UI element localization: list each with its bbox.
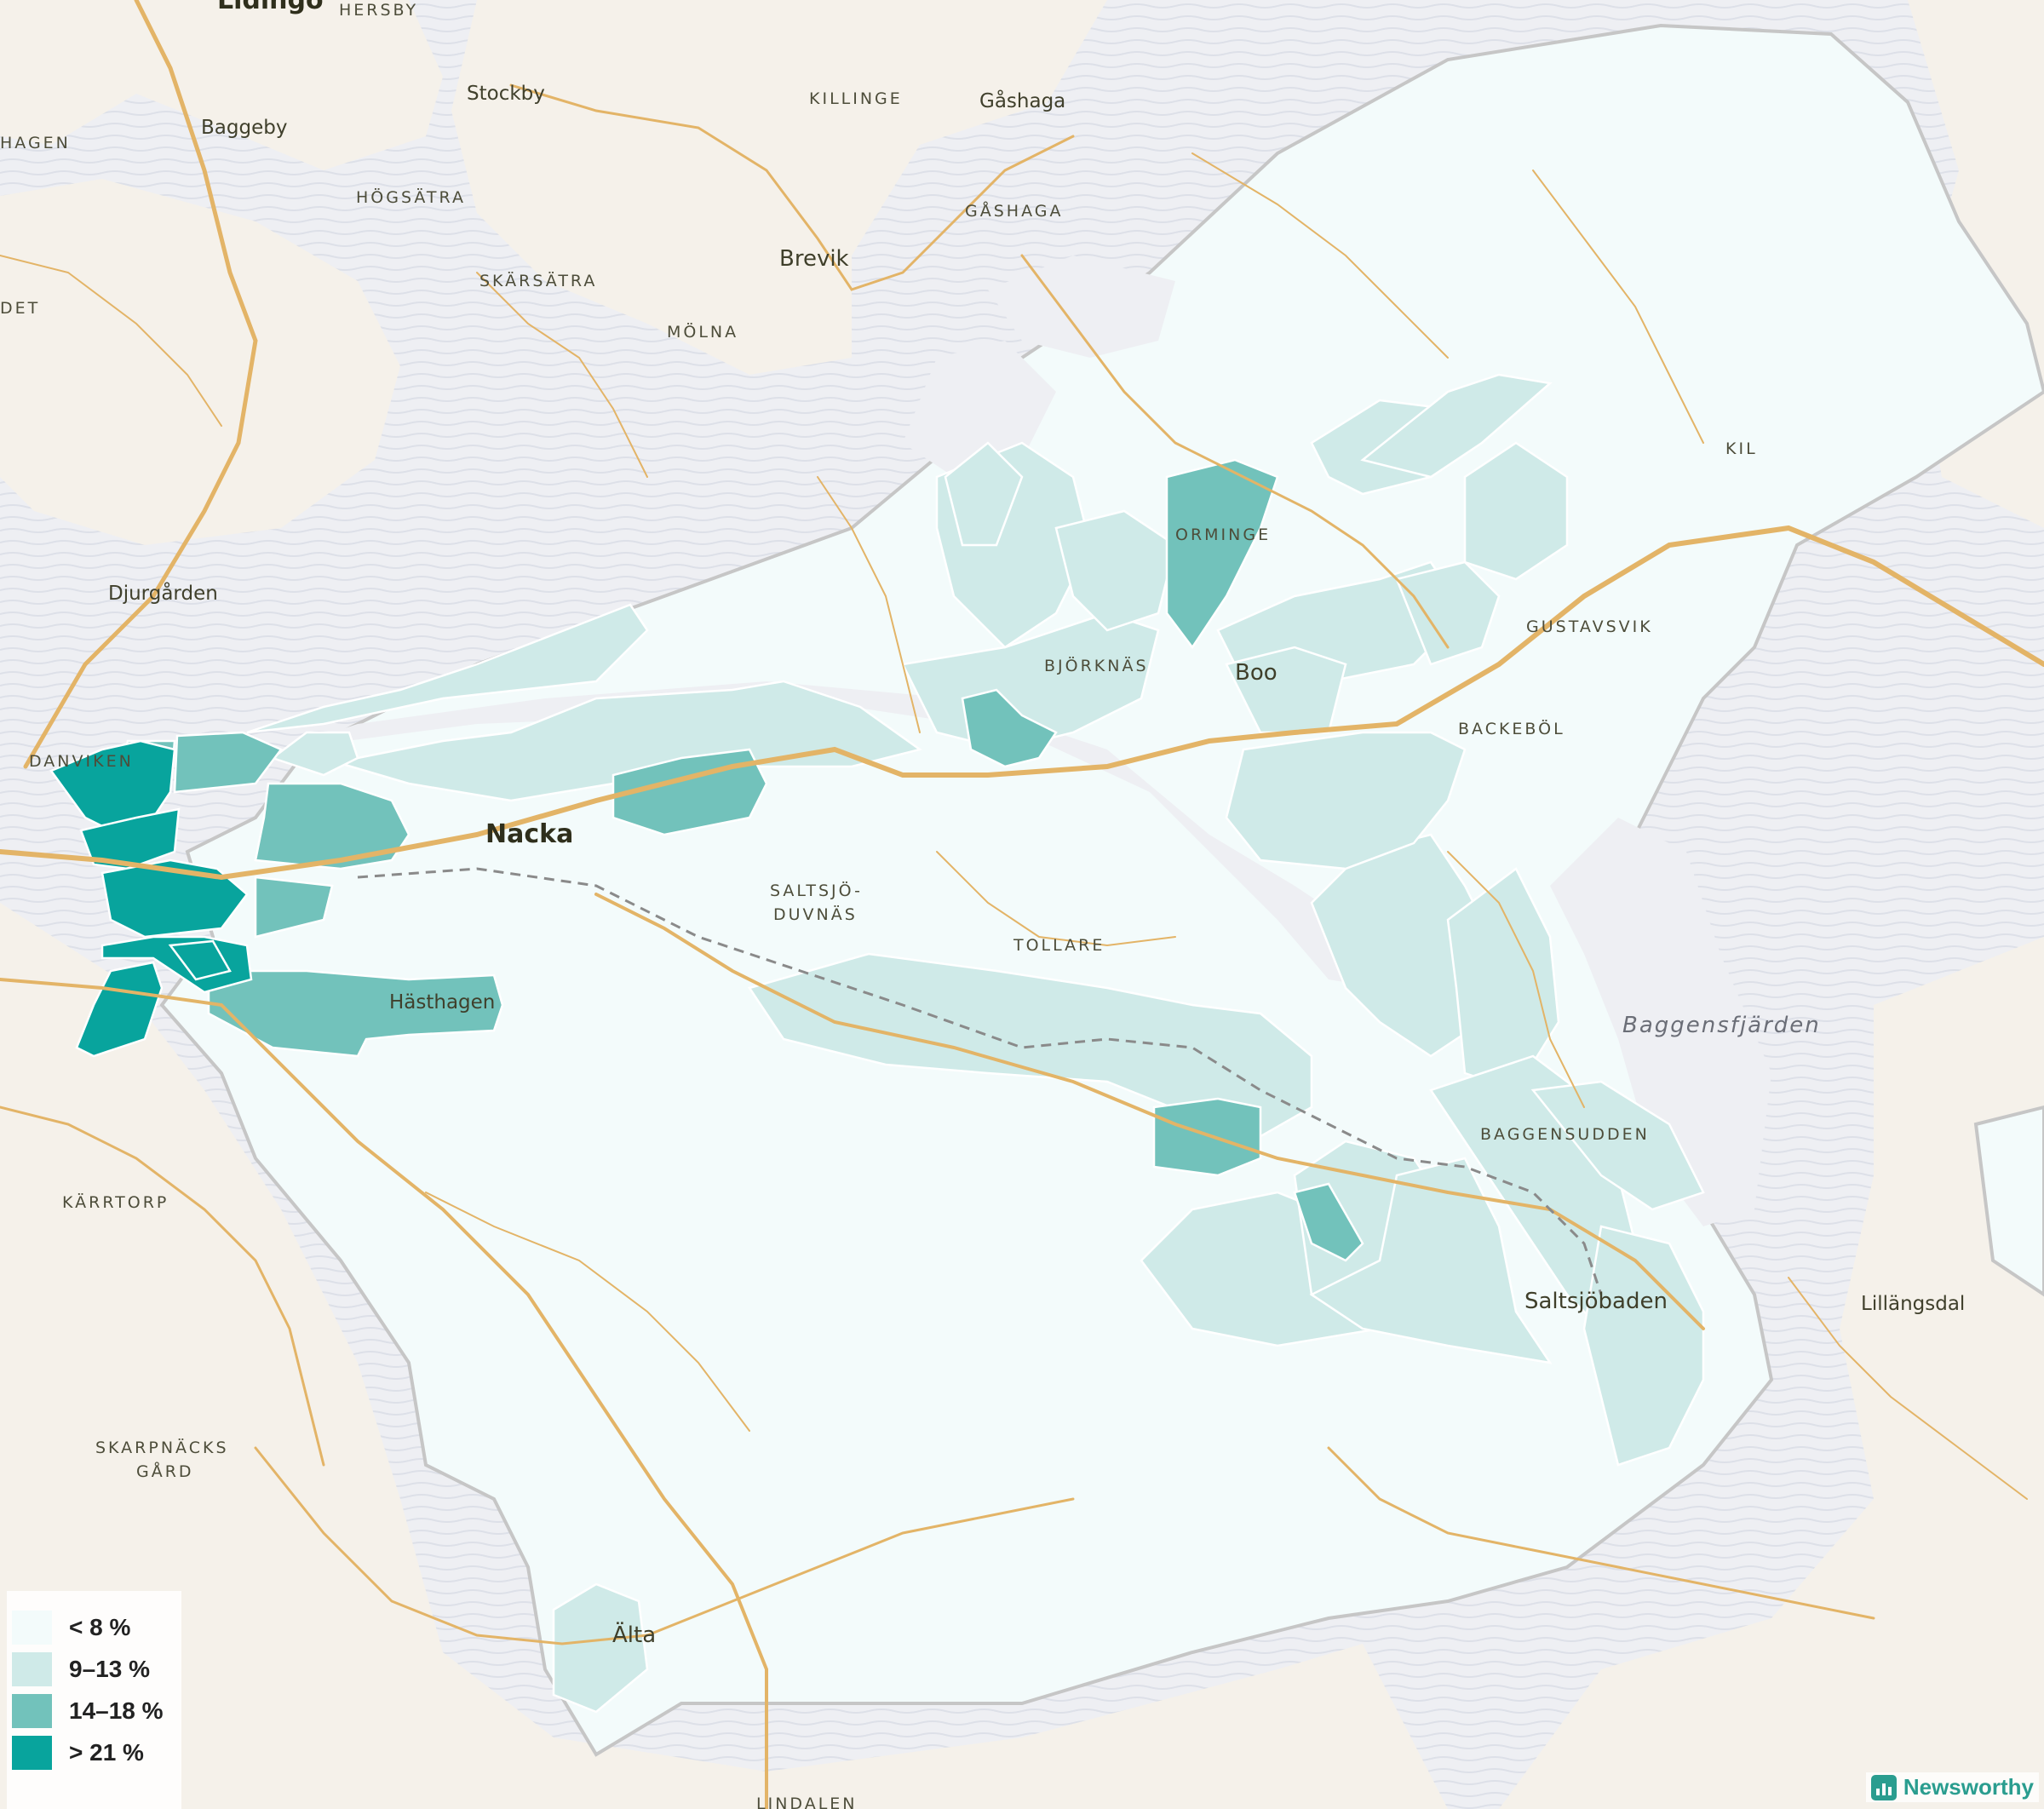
legend-swatch <box>12 1610 52 1645</box>
newsworthy-logo[interactable]: Newsworthy <box>1865 1772 2039 1802</box>
legend-item-14-18: 14–18 % <box>12 1690 181 1731</box>
label-djurgarden: Djurgården <box>108 581 218 605</box>
label-boo: Boo <box>1235 660 1278 686</box>
label-skarpnacks-1: SKARPNÄCKS <box>95 1438 229 1457</box>
label-gashaga-caps: GÅSHAGA <box>965 201 1063 221</box>
choropleth-map[interactable]: Lidingö HERSBY Stockby KILLINGE Gåshaga … <box>0 0 2044 1809</box>
label-lillangsdal: Lillängsdal <box>1861 1293 1965 1315</box>
label-gustavsvik: GUSTAVSVIK <box>1526 617 1653 636</box>
label-killinge: KILLINGE <box>809 89 903 108</box>
label-nacka: Nacka <box>485 819 573 849</box>
label-brevik: Brevik <box>779 246 849 272</box>
label-molna: MÖLNA <box>667 322 738 342</box>
legend-item-gt21: > 21 % <box>12 1731 181 1773</box>
legend-swatch <box>12 1693 52 1728</box>
label-hagen: HAGEN <box>0 134 71 152</box>
legend-item-lt8: < 8 % <box>12 1606 181 1648</box>
legend-label: < 8 % <box>69 1613 131 1640</box>
brand-name: Newsworthy <box>1903 1774 2034 1800</box>
label-lidingo: Lidingö <box>217 0 324 15</box>
label-kil: KIL <box>1725 439 1758 458</box>
label-saltsjobaden: Saltsjöbaden <box>1524 1289 1668 1314</box>
label-stockby: Stockby <box>467 83 545 105</box>
label-baggeby: Baggeby <box>201 117 287 139</box>
label-backebol: BACKEBÖL <box>1458 719 1565 738</box>
legend-swatch <box>12 1735 52 1770</box>
label-hersby: HERSBY <box>339 1 418 20</box>
label-tollare: TOLLARE <box>1013 936 1105 955</box>
label-hasthagen: Hästhagen <box>389 991 495 1014</box>
label-alta: Älta <box>612 1621 656 1648</box>
label-saltsjo-duvnas-2: DUVNÄS <box>773 904 858 924</box>
legend-swatch <box>12 1651 52 1686</box>
label-baggensudden: BAGGENSUDDEN <box>1480 1125 1650 1144</box>
label-bjorknas: BJÖRKNÄS <box>1044 656 1149 675</box>
label-skarsatra: SKÄRSÄTRA <box>479 271 597 290</box>
label-skarpnacks-2: GÅRD <box>136 1462 194 1481</box>
legend-label: > 21 % <box>69 1738 144 1766</box>
legend-item-9-13: 9–13 % <box>12 1648 181 1690</box>
label-danviken: DANVIKEN <box>29 752 134 771</box>
bar-chart-icon <box>1870 1774 1897 1800</box>
label-hogsatra: HÖGSÄTRA <box>356 187 466 207</box>
legend-label: 14–18 % <box>69 1697 164 1724</box>
label-baggensfjarden: Baggensfjärden <box>1622 1013 1821 1038</box>
label-saltsjo-duvnas-1: SALTSJÖ- <box>770 881 863 900</box>
label-karrtorp: KÄRRTORP <box>62 1192 169 1212</box>
label-gashaga: Gåshaga <box>979 89 1065 112</box>
label-det: DET <box>0 299 40 318</box>
legend-label: 9–13 % <box>69 1655 150 1682</box>
label-lindalen: LINDALEN <box>756 1795 858 1809</box>
label-orminge: ORMINGE <box>1175 525 1271 544</box>
map-legend: < 8 % 9–13 % 14–18 % > 21 % <box>7 1591 181 1809</box>
